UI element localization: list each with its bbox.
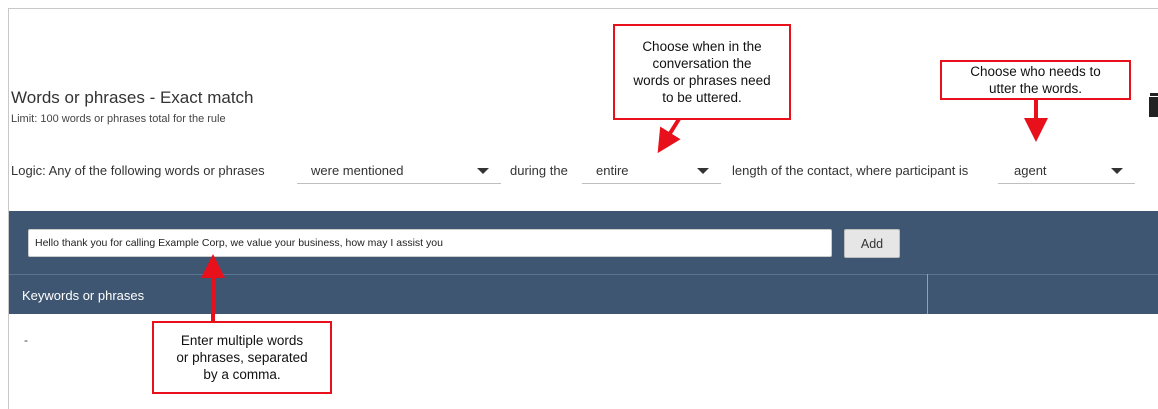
- callout-timing: Choose when in the conversation the word…: [613, 24, 791, 120]
- arrow-to-timing-select: [657, 117, 681, 154]
- callout-timing-text: Choose when in the conversation the word…: [633, 39, 771, 105]
- callout-enter-phrases-text: Enter multiple words or phrases, separat…: [176, 333, 308, 382]
- callout-participant-text: Choose who needs to utter the words.: [970, 64, 1101, 96]
- callout-participant: Choose who needs to utter the words.: [940, 60, 1131, 100]
- callout-enter-phrases: Enter multiple words or phrases, separat…: [152, 321, 332, 394]
